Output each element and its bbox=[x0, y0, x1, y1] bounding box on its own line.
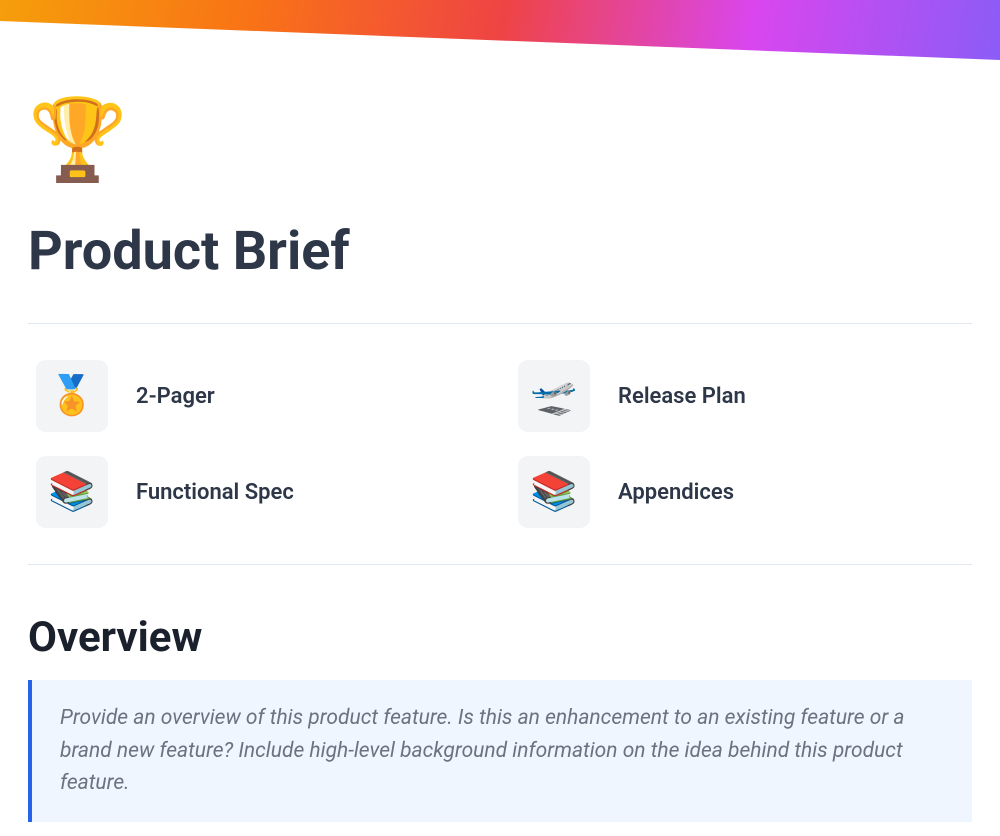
overview-callout: Provide an overview of this product feat… bbox=[28, 680, 972, 822]
nav-item-label: Functional Spec bbox=[136, 480, 294, 505]
overview-callout-text: Provide an overview of this product feat… bbox=[60, 702, 944, 800]
nav-item-2pager[interactable]: 🏅 2-Pager bbox=[36, 360, 482, 432]
nav-item-release-plan[interactable]: 🛫 Release Plan bbox=[518, 360, 964, 432]
page-content: 🏆 Product Brief 🏅 2-Pager 🛫 Release Plan… bbox=[0, 60, 1000, 822]
books-icon: 📚 bbox=[36, 456, 108, 528]
nav-item-label: Appendices bbox=[618, 480, 734, 505]
nav-grid: 🏅 2-Pager 🛫 Release Plan 📚 Functional Sp… bbox=[28, 324, 972, 564]
page-title: Product Brief bbox=[28, 220, 972, 283]
divider bbox=[28, 564, 972, 565]
header-banner bbox=[0, 0, 1000, 60]
nav-item-label: 2-Pager bbox=[136, 384, 215, 409]
books-icon: 📚 bbox=[518, 456, 590, 528]
nav-item-appendices[interactable]: 📚 Appendices bbox=[518, 456, 964, 528]
nav-item-label: Release Plan bbox=[618, 384, 746, 409]
trophy-icon: 🏆 bbox=[28, 100, 972, 180]
nav-item-functional-spec[interactable]: 📚 Functional Spec bbox=[36, 456, 482, 528]
medal-icon: 🏅 bbox=[36, 360, 108, 432]
airplane-icon: 🛫 bbox=[518, 360, 590, 432]
overview-heading: Overview bbox=[28, 613, 972, 662]
